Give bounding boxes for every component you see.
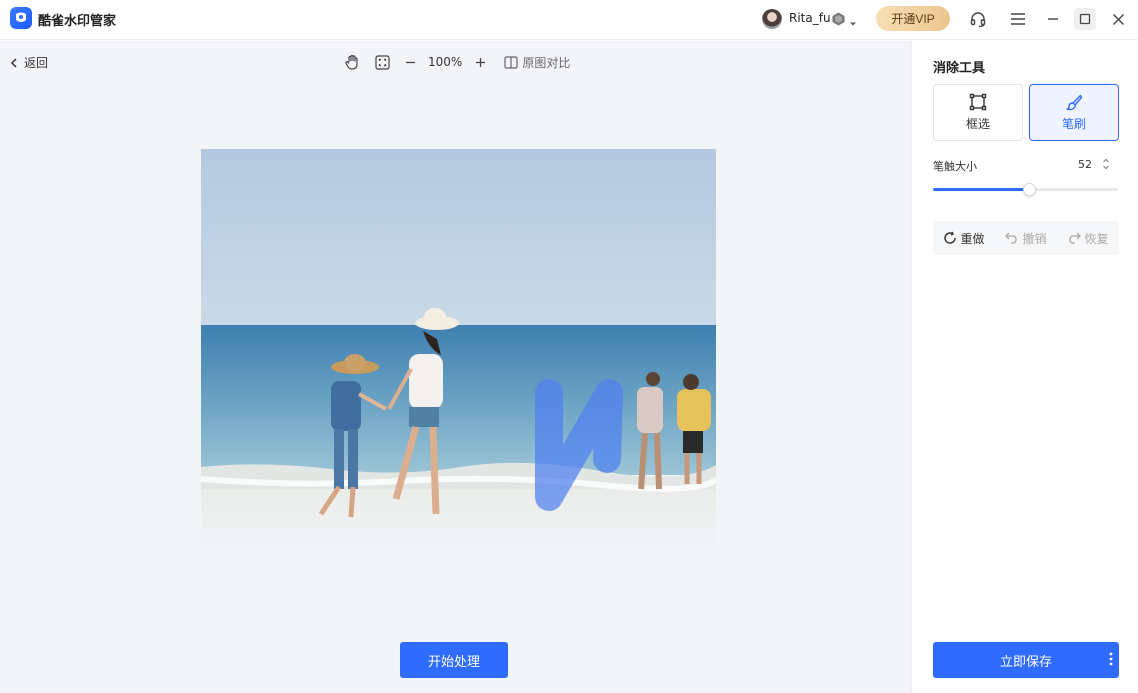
redo-all-label: 重做 (960, 231, 985, 246)
menu-icon[interactable] (1007, 8, 1029, 30)
title-bar: 酷雀水印管家 Rita_fu 开通VIP (0, 0, 1138, 40)
restore-button[interactable]: 恢复 (1067, 230, 1109, 247)
zoom-out-icon[interactable] (400, 52, 420, 72)
redo-icon (1069, 232, 1082, 244)
zoom-in-icon[interactable] (470, 52, 490, 72)
restore-label: 恢复 (1084, 231, 1109, 246)
brush-size-label: 笔触大小 (933, 160, 977, 173)
start-processing-button[interactable]: 开始处理 (400, 642, 508, 678)
save-label: 立即保存 (999, 653, 1052, 669)
chevron-left-icon (10, 57, 17, 68)
app-window: 酷雀水印管家 Rita_fu 开通VIP 返回 100% 原图对比 开始处理 消… (0, 0, 1138, 693)
save-now-button[interactable]: 立即保存 (933, 642, 1119, 678)
box-select-icon (969, 93, 987, 111)
tool-label: 框选 (965, 117, 990, 131)
open-vip-button[interactable]: 开通VIP (876, 6, 950, 31)
editor-canvas: 返回 100% 原图对比 开始处理 (0, 41, 911, 693)
undo-icon (1005, 232, 1018, 244)
zoom-level: 100% (428, 55, 463, 69)
slider-thumb[interactable] (1023, 183, 1036, 196)
history-bar: 重做 撤销 恢复 (933, 221, 1119, 255)
user-name[interactable]: Rita_fu (789, 11, 831, 25)
undo-button[interactable]: 撤销 (1005, 230, 1047, 247)
headset-support-icon[interactable] (967, 8, 989, 30)
panel-title: 消除工具 (933, 61, 986, 76)
slider-fill (933, 188, 1029, 191)
app-logo (10, 7, 32, 29)
user-menu-chevron-down-icon[interactable] (849, 13, 857, 32)
tool-label: 笔刷 (1061, 117, 1086, 131)
canvas-toolbar: 100% 原图对比 (342, 52, 570, 72)
more-vertical-icon[interactable] (1109, 652, 1113, 666)
fit-screen-icon[interactable] (372, 52, 392, 72)
back-button[interactable]: 返回 (10, 54, 48, 71)
member-badge-icon (832, 11, 845, 30)
maximize-icon[interactable] (1074, 8, 1096, 30)
compare-original-button[interactable]: 原图对比 (504, 54, 570, 71)
compare-label: 原图对比 (522, 55, 571, 70)
app-title: 酷雀水印管家 (38, 14, 117, 29)
erase-tools-panel: 消除工具 框选 笔刷 笔触大小 52 重做 撤销 恢复 立即保存 (911, 41, 1138, 693)
brush-icon (1066, 94, 1083, 111)
tool-box-select[interactable]: 框选 (933, 84, 1023, 141)
refresh-icon (944, 231, 957, 244)
close-icon[interactable] (1107, 8, 1129, 30)
brush-size-value[interactable]: 52 (1078, 158, 1092, 171)
user-avatar[interactable] (762, 9, 782, 29)
brush-size-stepper-icon[interactable] (1102, 156, 1110, 175)
split-view-icon (504, 55, 518, 69)
editing-image[interactable] (201, 149, 716, 553)
back-label: 返回 (24, 56, 49, 70)
hand-pan-icon[interactable] (342, 52, 362, 72)
tool-brush[interactable]: 笔刷 (1029, 84, 1119, 141)
redo-all-button[interactable]: 重做 (943, 230, 985, 247)
minimize-icon[interactable] (1042, 8, 1064, 30)
brush-size-slider[interactable] (933, 183, 1118, 196)
undo-label: 撤销 (1022, 231, 1047, 246)
